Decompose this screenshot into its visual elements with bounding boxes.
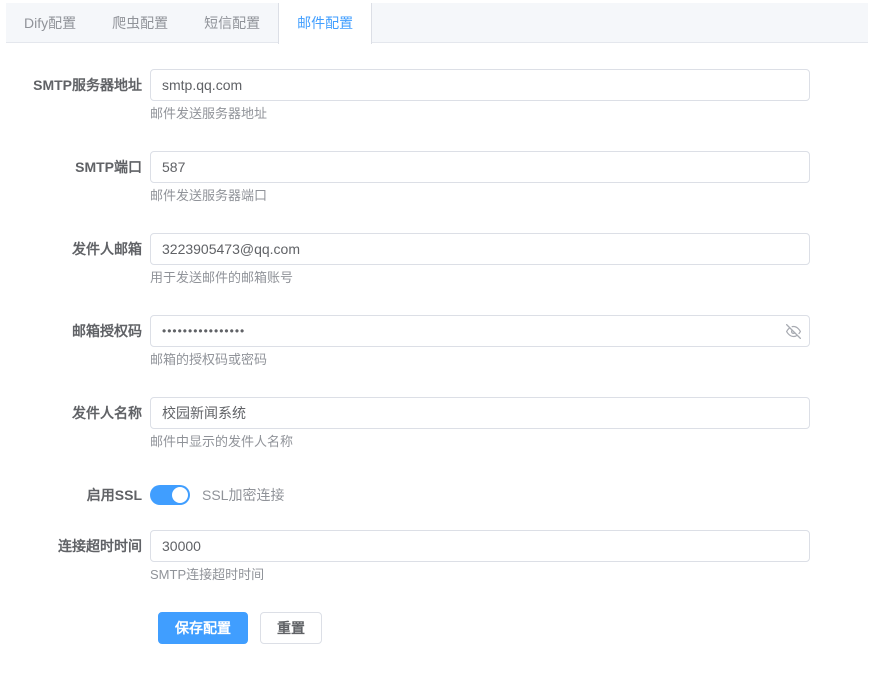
tab-email-config[interactable]: 邮件配置 [278,3,372,44]
timeout-hint: SMTP连接超时时间 [150,566,810,584]
smtp-host-input[interactable] [150,69,810,101]
reset-button[interactable]: 重置 [260,612,322,644]
form-actions: 保存配置 重置 [158,612,872,644]
tab-dify-config[interactable]: Dify配置 [6,3,94,42]
config-tab-bar: Dify配置 爬虫配置 短信配置 邮件配置 [6,3,868,43]
auth-code-label: 邮箱授权码 [0,315,150,347]
timeout-label: 连接超时时间 [0,530,150,562]
auth-code-field: 邮箱授权码 邮箱的授权码或密码 [0,315,872,369]
hide-eye-icon[interactable] [785,323,801,339]
sender-name-label: 发件人名称 [0,397,150,429]
ssl-description: SSL加密连接 [202,485,284,505]
email-config-form: SMTP服务器地址 邮件发送服务器地址 SMTP端口 邮件发送服务器端口 发件人… [0,43,872,644]
sender-email-label: 发件人邮箱 [0,233,150,265]
sender-email-field: 发件人邮箱 用于发送邮件的邮箱账号 [0,233,872,287]
sender-email-hint: 用于发送邮件的邮箱账号 [150,269,810,287]
smtp-port-hint: 邮件发送服务器端口 [150,187,810,205]
sender-name-hint: 邮件中显示的发件人名称 [150,433,810,451]
switch-knob [172,487,188,503]
ssl-field: 启用SSL SSL加密连接 [0,479,872,511]
smtp-port-field: SMTP端口 邮件发送服务器端口 [0,151,872,205]
ssl-label: 启用SSL [0,479,150,511]
auth-code-hint: 邮箱的授权码或密码 [150,351,810,369]
smtp-port-label: SMTP端口 [0,151,150,183]
smtp-host-field: SMTP服务器地址 邮件发送服务器地址 [0,69,872,123]
ssl-toggle-switch[interactable] [150,485,190,505]
save-config-button[interactable]: 保存配置 [158,612,248,644]
timeout-field: 连接超时时间 SMTP连接超时时间 [0,530,872,584]
auth-code-input[interactable] [150,315,810,347]
timeout-input[interactable] [150,530,810,562]
smtp-host-hint: 邮件发送服务器地址 [150,105,810,123]
smtp-host-label: SMTP服务器地址 [0,69,150,101]
sender-email-input[interactable] [150,233,810,265]
sender-name-input[interactable] [150,397,810,429]
tab-crawler-config[interactable]: 爬虫配置 [94,3,186,42]
smtp-port-input[interactable] [150,151,810,183]
tab-sms-config[interactable]: 短信配置 [186,3,278,42]
sender-name-field: 发件人名称 邮件中显示的发件人名称 [0,397,872,451]
